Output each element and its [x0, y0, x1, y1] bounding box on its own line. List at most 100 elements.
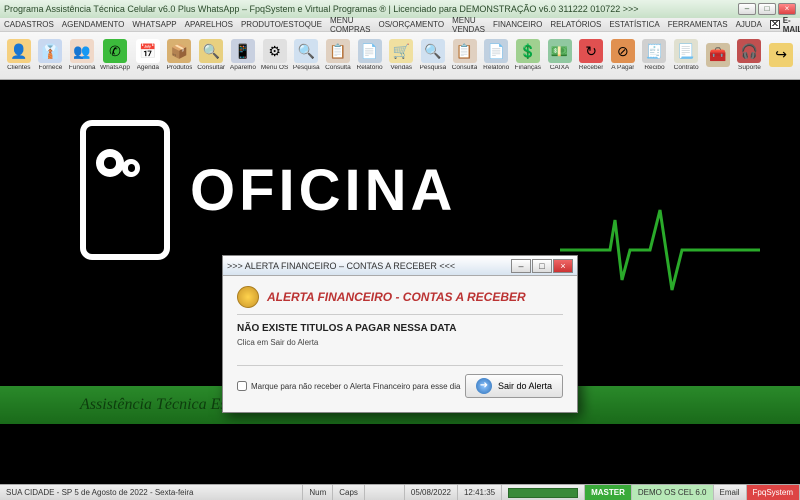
- Suporte-icon: 🎧: [737, 39, 761, 63]
- toolbar-consulta[interactable]: 📋Consulta: [450, 34, 480, 78]
- dialog-title: >>> ALERTA FINANCEIRO – CONTAS A RECEBER…: [227, 261, 455, 271]
- status-brand[interactable]: FpqSystem: [747, 485, 800, 500]
- status-progress: [502, 485, 585, 500]
- toolbar-produtos[interactable]: 📦 Produtos: [165, 34, 195, 78]
- menu-aparelhos[interactable]: APARELHOS: [185, 20, 233, 29]
- toolbar-suporte[interactable]: 🎧Suporte: [735, 34, 765, 78]
- dialog-header: ALERTA FINANCEIRO - CONTAS A RECEBER: [267, 290, 526, 304]
- Consulta-icon: 📋: [326, 39, 350, 63]
- menu-compras[interactable]: MENU COMPRAS: [330, 16, 370, 34]
- Agenda-icon: 📅: [136, 39, 160, 63]
- toolbar-relatório[interactable]: 📄Relatório: [355, 34, 385, 78]
- menu-vendas[interactable]: MENU VENDAS: [452, 16, 485, 34]
- status-location: SUA CIDADE - SP 5 de Agosto de 2022 - Se…: [0, 485, 303, 500]
- dialog-maximize-button[interactable]: □: [532, 259, 552, 273]
- toolbar-label: CAIXA: [550, 65, 570, 72]
- Funciona-icon: 👥: [70, 39, 94, 63]
- toolbar-agenda[interactable]: 📅Agenda: [133, 34, 163, 78]
- statusbar: SUA CIDADE - SP 5 de Agosto de 2022 - Se…: [0, 484, 800, 500]
- toolbar-label: Contrato: [674, 65, 699, 72]
- dialog-titlebar: >>> ALERTA FINANCEIRO – CONTAS A RECEBER…: [223, 256, 577, 276]
- toolbar-label: Consultar: [197, 65, 225, 72]
- toolbar-consultar[interactable]: 🔍Consultar: [196, 34, 226, 78]
- toolbar-a pagar[interactable]: ⊘A Pagar: [608, 34, 638, 78]
- toolbar-label: Aparelho: [230, 65, 256, 72]
- toolbar-label: Consulta: [325, 65, 351, 72]
- Finanças-icon: 💲: [516, 39, 540, 63]
- gear-icon: [96, 149, 124, 177]
- toolbar-caixa[interactable]: 💵CAIXA: [545, 34, 575, 78]
- suppress-alert-checkbox[interactable]: Marque para não receber o Alerta Finance…: [237, 381, 460, 391]
- menu-financeiro[interactable]: FINANCEIRO: [493, 20, 542, 29]
- window-titlebar: Programa Assistência Técnica Celular v6.…: [0, 0, 800, 18]
- status-demo: DEMO OS CEL 6.0: [632, 485, 714, 500]
- toolbar-relatório[interactable]: 📄 Relatório: [481, 34, 511, 78]
- alert-dialog: >>> ALERTA FINANCEIRO – CONTAS A RECEBER…: [222, 255, 578, 413]
- WhatsApp-icon: ✆: [103, 39, 127, 63]
- ecg-graphic: [560, 200, 760, 300]
- toolbar-recibo[interactable]: 🧾Recibo: [640, 34, 670, 78]
- toolbar-pesquisa[interactable]: 🔍Pesquisa: [291, 34, 321, 78]
- status-email[interactable]: Email: [714, 485, 747, 500]
- toolbar-btn22[interactable]: 🧰: [703, 34, 733, 78]
- window-title: Programa Assistência Técnica Celular v6.…: [4, 4, 639, 14]
- menu-os[interactable]: OS/ORÇAMENTO: [378, 20, 444, 29]
- toolbar-vendas[interactable]: 🛒 Vendas: [386, 34, 416, 78]
- maximize-button[interactable]: □: [758, 3, 776, 15]
- toolbar-aparelho[interactable]: 📱 Aparelho: [228, 34, 258, 78]
- menu-produto[interactable]: PRODUTO/ESTOQUE: [241, 20, 322, 29]
- toolbar-pesquisa[interactable]: 🔍 Pesquisa: [418, 34, 448, 78]
- toolbar-label: Clientes: [7, 65, 30, 72]
- toolbar-finanças[interactable]: 💲 Finanças: [513, 34, 543, 78]
- toolbar-contrato[interactable]: 📃Contrato: [671, 34, 701, 78]
- Clientes-icon: 👤: [7, 39, 31, 63]
- Receber-icon: ↻: [579, 39, 603, 63]
- toolbar-fornece[interactable]: 👔Fornece: [36, 34, 66, 78]
- dialog-minimize-button[interactable]: –: [511, 259, 531, 273]
- close-button[interactable]: ×: [778, 3, 796, 15]
- menu-email[interactable]: E-MAIL: [770, 16, 800, 34]
- toolbar-label: Produtos: [166, 65, 192, 72]
- Produtos-icon: 📦: [167, 39, 191, 63]
- menu-whatsapp[interactable]: WHATSAPP: [132, 20, 176, 29]
- Relatório-icon: 📄: [484, 39, 508, 63]
- toolbar-whatsapp[interactable]: ✆WhatsApp: [99, 34, 131, 78]
- toolbar-receber[interactable]: ↻Receber: [576, 34, 606, 78]
- menu-agendamento[interactable]: AGENDAMENTO: [62, 20, 125, 29]
- Pesquisa-icon: 🔍: [421, 39, 445, 63]
- Consulta-icon: 📋: [453, 39, 477, 63]
- exit-alert-button[interactable]: ➜ Sair do Alerta: [465, 374, 563, 398]
- toolbar: 👤 Clientes 👔Fornece👥 Funciona✆WhatsApp📅Agen…: [0, 32, 800, 80]
- toolbar-consulta[interactable]: 📋 Consulta: [323, 34, 353, 78]
- dialog-instruction: Clica em Sair do Alerta: [237, 338, 563, 347]
- Relatório-icon: 📄: [358, 39, 382, 63]
- toolbar-label: Finanças: [515, 65, 541, 72]
- toolbar-label: Vendas: [390, 65, 412, 72]
- Recibo-icon: 🧾: [642, 39, 666, 63]
- menu-ferramentas[interactable]: FERRAMENTAS: [668, 20, 728, 29]
- Vendas-icon: 🛒: [389, 39, 413, 63]
- dialog-close-button[interactable]: ×: [553, 259, 573, 273]
- tool-icon: 🧰: [706, 43, 730, 67]
- Menu OS-icon: ⚙: [263, 39, 287, 63]
- toolbar-clientes[interactable]: 👤 Clientes: [4, 34, 34, 78]
- toolbar-label: Relatório: [483, 65, 509, 72]
- tool-icon: ↪: [769, 43, 793, 67]
- Pesquisa-icon: 🔍: [294, 39, 318, 63]
- minimize-button[interactable]: –: [738, 3, 756, 15]
- menu-cadastros[interactable]: CADASTROS: [4, 20, 54, 29]
- menu-relatorios[interactable]: RELATÓRIOS: [550, 20, 601, 29]
- workspace: OFICINA Assistência Técnica Especializad…: [0, 80, 800, 484]
- toolbar-label: Funciona: [69, 65, 96, 72]
- A Pagar-icon: ⊘: [611, 39, 635, 63]
- menu-ajuda[interactable]: AJUDA: [736, 20, 762, 29]
- toolbar-funciona[interactable]: 👥 Funciona: [67, 34, 97, 78]
- toolbar-label: Pesquisa: [420, 65, 447, 72]
- menu-estatistica[interactable]: ESTATÍSTICA: [609, 20, 659, 29]
- toolbar-btn24[interactable]: ↪: [766, 34, 796, 78]
- phone-logo-icon: [80, 120, 170, 260]
- Aparelho-icon: 📱: [231, 39, 255, 63]
- status-master: MASTER: [585, 485, 632, 500]
- suppress-alert-input[interactable]: [237, 381, 247, 391]
- toolbar-menu os[interactable]: ⚙Menu OS: [260, 34, 290, 78]
